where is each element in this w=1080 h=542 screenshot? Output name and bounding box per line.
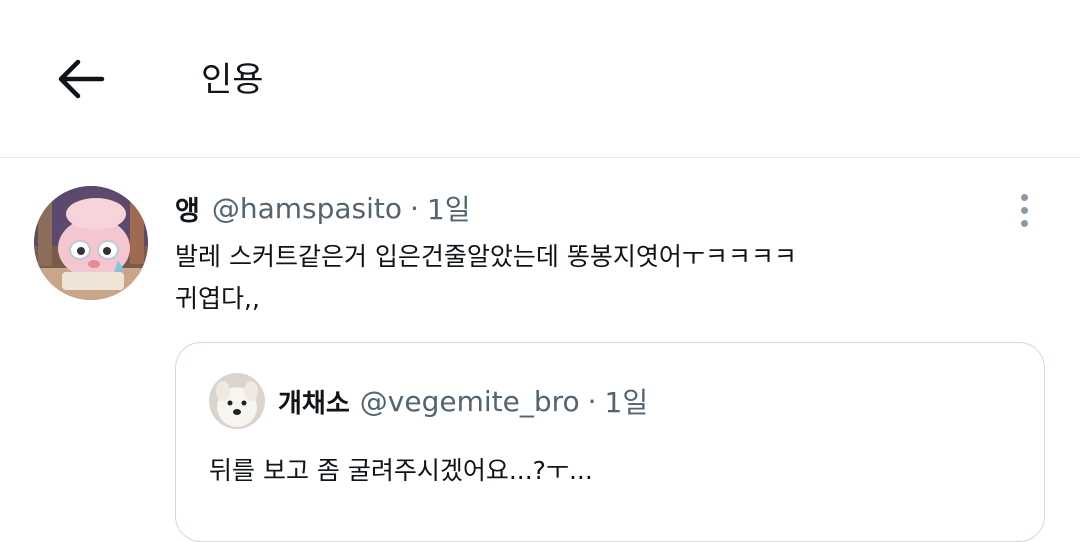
tweet[interactable]: 앵 @hamspasito · 1일 발레 스커트같은거 입은건줄알았는데 똥봉… — [0, 158, 1080, 542]
tweet-text-line: 귀엽다,, — [175, 284, 260, 313]
top-bar: 인용 — [0, 0, 1080, 157]
quoted-avatar[interactable] — [209, 373, 265, 429]
quoted-separator-dot: · — [587, 384, 597, 418]
avatar[interactable] — [34, 186, 148, 300]
quoted-tweet[interactable]: 개채소 @vegemite_bro · 1일 뒤를 보고 좀 굴려주시겠어요..… — [175, 342, 1045, 542]
tweet-text-line: 발레 스커트같은거 입은건줄알았는데 똥봉지엿어ㅜㅋㅋㅋㅋ — [175, 242, 797, 271]
tweet-header: 앵 @hamspasito · 1일 — [175, 188, 471, 228]
user-handle[interactable]: @hamspasito — [212, 192, 402, 225]
back-button[interactable] — [52, 54, 108, 104]
timestamp[interactable]: 1일 — [427, 188, 471, 228]
tweet-text: 발레 스커트같은거 입은건줄알았는데 똥봉지엿어ㅜㅋㅋㅋㅋ 귀엽다,, — [175, 236, 995, 320]
more-button[interactable] — [1004, 190, 1044, 230]
quoted-text: 뒤를 보고 좀 굴려주시겠어요...?ㅜ... — [209, 456, 593, 485]
separator-dot: · — [410, 191, 419, 225]
arrow-left-icon — [58, 59, 105, 99]
quoted-user-handle[interactable]: @vegemite_bro — [360, 385, 580, 418]
display-name[interactable]: 앵 — [175, 189, 200, 228]
more-vertical-icon — [1020, 193, 1028, 201]
quoted-timestamp[interactable]: 1일 — [605, 381, 649, 421]
quoted-display-name[interactable]: 개채소 — [278, 383, 350, 420]
page-title: 인용 — [201, 60, 264, 100]
quoted-header: 개채소 @vegemite_bro · 1일 — [278, 381, 648, 421]
